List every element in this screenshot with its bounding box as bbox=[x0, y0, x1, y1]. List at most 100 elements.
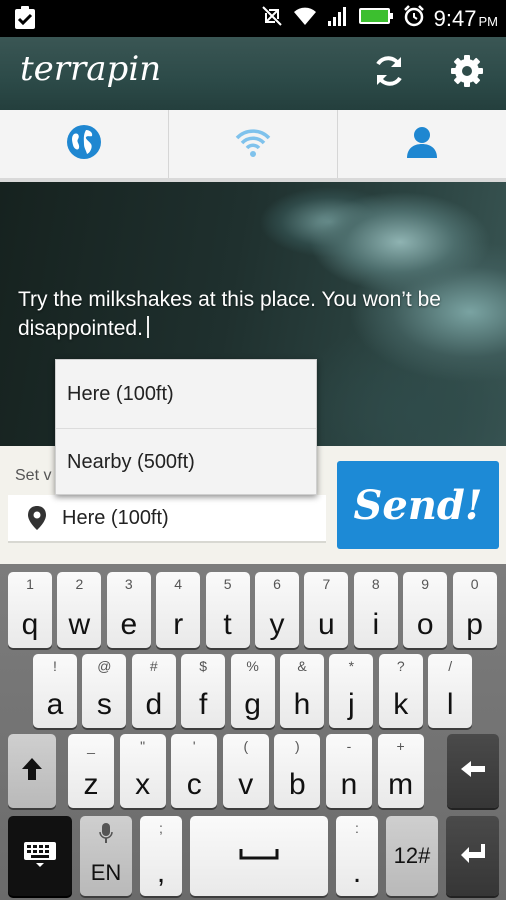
key-primary-label: z bbox=[83, 768, 99, 801]
key-secondary-label: 0 bbox=[470, 576, 479, 592]
app-logo: terrapin bbox=[20, 49, 162, 89]
key-secondary-label: @ bbox=[97, 658, 112, 674]
send-button[interactable]: Send! bbox=[337, 461, 499, 549]
location-range-value: Here (100ft) bbox=[62, 506, 169, 529]
backspace-icon bbox=[459, 759, 487, 784]
key-secondary-label: _ bbox=[87, 738, 95, 754]
location-range-select[interactable]: Here (100ft) bbox=[8, 495, 326, 543]
key-primary-label: t bbox=[223, 608, 232, 641]
backspace-key[interactable] bbox=[447, 734, 499, 808]
key-l[interactable]: / l bbox=[428, 654, 473, 728]
key-primary-label: h bbox=[293, 688, 311, 721]
key-primary-label: c bbox=[186, 768, 202, 801]
key-o[interactable]: 9o bbox=[403, 572, 448, 648]
key-secondary-label: 4 bbox=[174, 576, 183, 592]
signal-icon bbox=[326, 5, 350, 32]
key-secondary-label: ( bbox=[243, 738, 249, 754]
mic-language-key[interactable]: EN bbox=[80, 816, 132, 896]
tab-profile[interactable] bbox=[338, 110, 506, 178]
dropdown-option-nearby[interactable]: Nearby (500ft) bbox=[56, 428, 316, 496]
shift-arrow-icon bbox=[20, 756, 44, 787]
key-primary-label: m bbox=[388, 768, 414, 801]
clock-time: 9:47 PM bbox=[433, 5, 498, 31]
key-primary-label: n bbox=[340, 768, 358, 801]
key-c[interactable]: ' c bbox=[171, 734, 218, 808]
wifi-icon bbox=[292, 5, 318, 32]
key-q[interactable]: 1q bbox=[8, 572, 52, 648]
tab-nearby[interactable] bbox=[169, 110, 338, 178]
key-primary-label: r bbox=[173, 608, 184, 641]
key-i[interactable]: 8i bbox=[353, 572, 398, 648]
key-g[interactable]: % g bbox=[230, 654, 275, 728]
key-f[interactable]: $ f bbox=[181, 654, 226, 728]
text-cursor bbox=[146, 316, 149, 338]
no-sync-icon bbox=[260, 4, 284, 33]
key-primary-label: f bbox=[199, 688, 208, 721]
person-icon bbox=[404, 124, 440, 165]
key-secondary-label: * bbox=[348, 658, 355, 674]
key-primary-label: d bbox=[145, 688, 163, 721]
mic-icon bbox=[80, 822, 132, 847]
key-a[interactable]: ! a bbox=[33, 654, 77, 728]
key-secondary-label: % bbox=[246, 658, 259, 674]
key-r[interactable]: 4r bbox=[156, 572, 201, 648]
key-primary-label: g bbox=[244, 688, 261, 721]
key-m[interactable]: + m bbox=[377, 734, 424, 808]
key-secondary-label: ? bbox=[396, 658, 405, 674]
dropdown-option-here[interactable]: Here (100ft) bbox=[56, 360, 316, 428]
location-range-dropdown: Here (100ft) Nearby (500ft) bbox=[55, 359, 317, 495]
enter-key[interactable] bbox=[446, 816, 499, 896]
globe-icon bbox=[66, 124, 102, 165]
key-h[interactable]: & h bbox=[280, 654, 324, 728]
soft-keyboard: EN ; , : . 12# 1 q 2 w 3 e 4 r 5 t 6 y 7 u 8 i 9 o 0 p! a @ s #… bbox=[0, 564, 506, 900]
key-x[interactable]: " x bbox=[119, 734, 166, 808]
refresh-icon bbox=[371, 53, 407, 94]
key-d[interactable]: # d bbox=[131, 654, 176, 728]
key-secondary-label: 7 bbox=[322, 576, 331, 592]
location-pin-icon bbox=[26, 505, 48, 531]
key-y[interactable]: 6y bbox=[255, 572, 299, 648]
status-bar: 9:47 PM bbox=[0, 0, 506, 37]
key-e[interactable]: 3e bbox=[106, 572, 151, 648]
key-primary-label: y bbox=[269, 608, 285, 641]
key-primary-label: w bbox=[68, 608, 91, 641]
settings-button[interactable] bbox=[447, 53, 487, 93]
key-primary-label: s bbox=[96, 688, 112, 721]
key-s[interactable]: @ s bbox=[82, 654, 127, 728]
key-primary-label: q bbox=[21, 608, 39, 641]
space-key[interactable] bbox=[190, 816, 328, 896]
key-secondary-label: # bbox=[149, 658, 158, 674]
keyboard-settings-key[interactable] bbox=[8, 816, 72, 896]
key-z[interactable]: _ z bbox=[68, 734, 114, 808]
key-secondary-label: 9 bbox=[421, 576, 430, 592]
key-period[interactable]: : . bbox=[336, 816, 378, 896]
tab-globe[interactable] bbox=[0, 110, 169, 178]
key-secondary-label: 6 bbox=[273, 576, 281, 592]
key-k[interactable]: ? k bbox=[378, 654, 423, 728]
key-primary-label: l bbox=[446, 688, 454, 721]
refresh-button[interactable] bbox=[369, 53, 409, 93]
key-w[interactable]: 2w bbox=[57, 572, 102, 648]
key-secondary-label: 8 bbox=[371, 576, 380, 592]
key-primary-label: x bbox=[135, 768, 151, 801]
key-v[interactable]: (v bbox=[222, 734, 269, 808]
key-p[interactable]: 0p bbox=[452, 572, 497, 648]
key-secondary-label: / bbox=[448, 658, 453, 674]
alarm-icon bbox=[402, 4, 426, 33]
key-secondary-label: & bbox=[297, 658, 307, 674]
battery-icon bbox=[358, 6, 394, 31]
key-j[interactable]: * j bbox=[329, 654, 374, 728]
key-n[interactable]: -n bbox=[326, 734, 372, 808]
key-secondary-label: $ bbox=[199, 658, 208, 674]
key-b[interactable]: ) b bbox=[274, 734, 321, 808]
key-primary-label: u bbox=[318, 608, 335, 641]
shift-key[interactable] bbox=[8, 734, 56, 808]
key-t[interactable]: 5t bbox=[205, 572, 250, 648]
symbols-key[interactable]: 12# bbox=[386, 816, 438, 896]
key-u[interactable]: 7u bbox=[304, 572, 349, 648]
key-secondary-label: 5 bbox=[223, 576, 232, 592]
key-comma[interactable]: ; , bbox=[140, 816, 182, 896]
key-primary-label: i bbox=[372, 608, 380, 641]
message-input[interactable]: Try the milkshakes at this place. You wo… bbox=[18, 285, 458, 343]
key-secondary-label: - bbox=[346, 738, 352, 754]
